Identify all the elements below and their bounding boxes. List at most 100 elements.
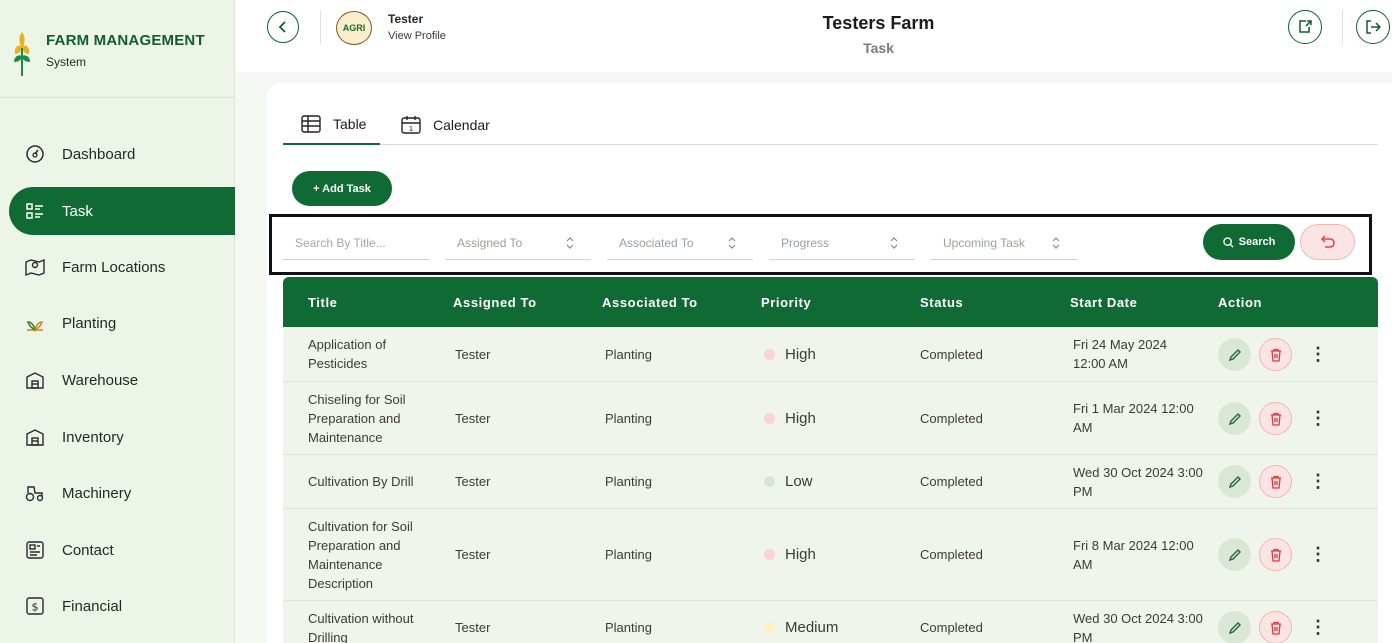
sidebar-item-contact[interactable]: Contact: [9, 526, 235, 574]
table-row[interactable]: Chiseling for Soil Preparation and Maint…: [283, 382, 1378, 455]
cell-associated: Planting: [605, 346, 652, 362]
reset-filters-button[interactable]: [1300, 224, 1355, 260]
cell-status: Completed: [920, 410, 983, 426]
delete-button[interactable]: [1259, 611, 1292, 643]
sidebar-item-machinery[interactable]: Machinery: [9, 469, 235, 517]
search-title-field[interactable]: [283, 226, 429, 260]
select-label: Progress: [781, 235, 830, 250]
cell-title: Application of Pesticides: [308, 337, 387, 371]
search-button[interactable]: Search: [1203, 224, 1295, 260]
cell-associated: Planting: [605, 474, 652, 489]
edit-button[interactable]: [1218, 402, 1251, 435]
edit-button[interactable]: [1218, 338, 1251, 371]
table-header: Title Assigned To Associated To Priority…: [283, 277, 1378, 327]
delete-button[interactable]: [1259, 538, 1292, 571]
share-icon: [1299, 20, 1312, 33]
table-icon: [301, 114, 321, 133]
svg-text:1: 1: [409, 125, 413, 133]
brand-title: FARM MANAGEMENT: [46, 32, 205, 49]
more-options-icon[interactable]: ⋮: [1309, 342, 1327, 366]
column-header-associated-to[interactable]: Associated To: [602, 277, 698, 327]
chevron-updown-icon: [563, 236, 577, 249]
delete-button[interactable]: [1259, 402, 1292, 435]
cell-start-date: Fri 8 Mar 2024 12:00 AM: [1073, 537, 1194, 572]
cell-assigned: Tester: [455, 474, 491, 489]
column-header-assigned-to[interactable]: Assigned To: [453, 277, 537, 327]
view-tabs: Table 1 Calendar: [283, 104, 1378, 145]
logout-button[interactable]: [1356, 10, 1390, 44]
priority-dot: [764, 476, 775, 487]
cell-title: Cultivation By Drill: [308, 474, 414, 489]
add-task-button[interactable]: + Add Task: [292, 171, 392, 206]
table-row[interactable]: Cultivation without Drilling Tester Plan…: [283, 601, 1378, 643]
priority-dot: [764, 549, 775, 560]
table-row[interactable]: Cultivation for Soil Preparation and Mai…: [283, 509, 1378, 601]
upcoming-task-select[interactable]: Upcoming Task: [931, 226, 1077, 260]
sidebar-item-inventory[interactable]: Inventory: [9, 413, 235, 461]
share-button[interactable]: [1288, 10, 1322, 44]
sidebar-item-label: Task: [62, 202, 93, 220]
search-input[interactable]: [283, 235, 429, 250]
more-options-icon[interactable]: ⋮: [1309, 406, 1327, 430]
cell-title: Cultivation for Soil Preparation and Mai…: [308, 518, 413, 591]
brand: FARM MANAGEMENT System: [0, 0, 235, 98]
tab-table[interactable]: Table: [283, 104, 380, 145]
column-header-status[interactable]: Status: [920, 277, 963, 327]
column-header-title[interactable]: Title: [308, 277, 338, 327]
cell-priority: High: [764, 327, 816, 381]
column-header-start-date[interactable]: Start Date: [1070, 277, 1137, 327]
sidebar-item-label: Warehouse: [62, 371, 139, 389]
cell-status: Completed: [920, 474, 983, 489]
inventory-icon: [25, 427, 45, 447]
top-bar: AGRI Tester View Profile Testers Farm Ta…: [235, 0, 1392, 72]
trash-icon: [1270, 621, 1281, 635]
sidebar-item-task[interactable]: Task: [9, 187, 235, 235]
more-options-icon[interactable]: ⋮: [1309, 542, 1327, 566]
assigned-to-select[interactable]: Assigned To: [445, 226, 591, 260]
trash-icon: [1270, 412, 1281, 426]
delete-button[interactable]: [1259, 338, 1292, 371]
priority-label: High: [785, 546, 816, 563]
task-list-icon: [25, 201, 45, 221]
pencil-icon: [1228, 475, 1241, 488]
sidebar-item-warehouse[interactable]: Warehouse: [9, 356, 235, 404]
cell-assigned: Tester: [455, 410, 491, 426]
cell-status: Completed: [920, 346, 983, 362]
logout-icon: [1366, 20, 1381, 34]
tractor-icon: [25, 483, 45, 503]
select-label: Upcoming Task: [943, 235, 1025, 250]
cell-associated: Planting: [605, 547, 652, 562]
sidebar-item-label: Farm Locations: [62, 258, 166, 276]
search-button-label: Search: [1238, 236, 1276, 248]
sidebar-item-label: Planting: [62, 314, 117, 332]
sidebar-item-dashboard[interactable]: Dashboard: [9, 130, 235, 178]
cell-start-date: Wed 30 Oct 2024 3:00 PM: [1073, 464, 1203, 499]
progress-select[interactable]: Progress: [769, 226, 915, 260]
cell-title: Cultivation without Drilling: [308, 610, 414, 643]
column-header-priority[interactable]: Priority: [761, 277, 811, 327]
cell-assigned: Tester: [455, 346, 491, 362]
sidebar-item-farm-locations[interactable]: Farm Locations: [9, 243, 235, 291]
tab-calendar[interactable]: 1 Calendar: [401, 104, 490, 145]
cell-title: Chiseling for Soil Preparation and Maint…: [308, 391, 406, 445]
associated-to-select[interactable]: Associated To: [607, 226, 753, 260]
priority-label: High: [785, 409, 816, 427]
delete-button[interactable]: [1259, 465, 1292, 498]
trash-icon: [1270, 475, 1281, 489]
priority-label: High: [785, 345, 816, 363]
sidebar-item-planting[interactable]: Planting: [9, 299, 235, 347]
more-options-icon[interactable]: ⋮: [1309, 615, 1327, 639]
cell-priority: High: [764, 382, 816, 454]
sidebar-item-financial[interactable]: $ Financial: [9, 582, 235, 630]
edit-button[interactable]: [1218, 538, 1251, 571]
sidebar-item-label: Dashboard: [62, 145, 136, 163]
edit-button[interactable]: [1218, 611, 1251, 643]
priority-dot: [764, 622, 775, 633]
chevron-updown-icon: [1049, 236, 1063, 249]
table-row[interactable]: Application of Pesticides Tester Plantin…: [283, 327, 1378, 382]
edit-button[interactable]: [1218, 465, 1251, 498]
table-row[interactable]: Cultivation By Drill Tester Planting Low…: [283, 455, 1378, 509]
undo-icon: [1320, 235, 1335, 248]
sidebar: FARM MANAGEMENT System Dashboard Task Fa…: [0, 0, 235, 643]
more-options-icon[interactable]: ⋮: [1309, 469, 1327, 493]
